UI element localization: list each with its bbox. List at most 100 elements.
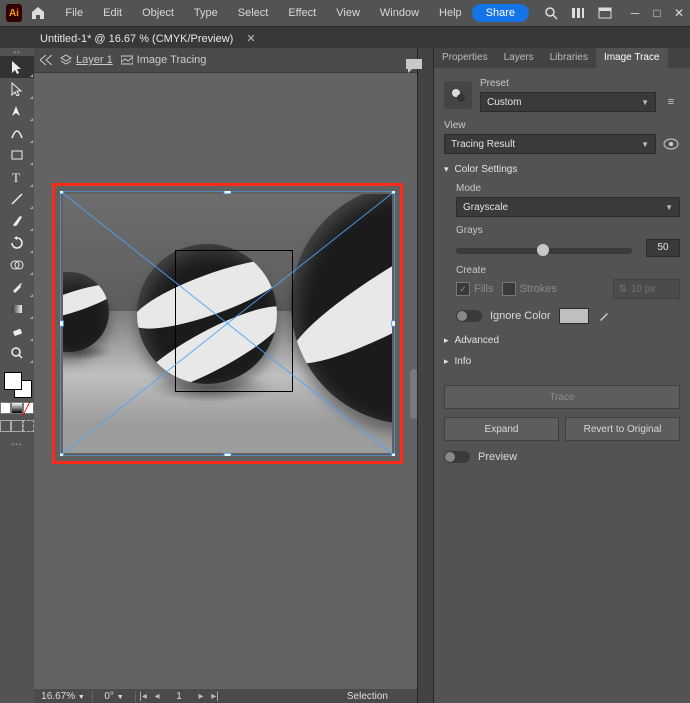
document-tab[interactable]: Untitled-1* @ 16.67 % (CMYK/Preview) ✕ xyxy=(40,32,256,45)
ignore-color-label: Ignore Color xyxy=(490,310,551,322)
svg-text:T: T xyxy=(12,170,20,184)
draw-behind-icon[interactable] xyxy=(11,420,22,432)
prev-artboard-icon[interactable]: ◂ xyxy=(150,689,164,703)
edit-toolbar-icon[interactable]: ••• xyxy=(0,440,34,448)
strokes-checkbox xyxy=(502,282,516,296)
arrange-icon[interactable] xyxy=(566,0,589,26)
strokes-label: Strokes xyxy=(520,283,557,295)
zoom-tool[interactable] xyxy=(0,342,34,364)
tab-properties[interactable]: Properties xyxy=(434,48,496,68)
mode-dropdown[interactable]: Grayscale▼ xyxy=(456,197,680,217)
menu-select[interactable]: Select xyxy=(228,0,279,26)
preview-toggle[interactable] xyxy=(444,451,470,463)
type-tool[interactable]: T xyxy=(0,166,34,188)
canvas[interactable] xyxy=(34,73,418,689)
fill-stroke-swatch[interactable] xyxy=(0,370,34,400)
preset-thumbnail-icon xyxy=(444,81,472,109)
tab-image-trace[interactable]: Image Trace xyxy=(596,48,668,68)
expand-button[interactable]: Expand xyxy=(444,417,559,441)
workspace-icon[interactable] xyxy=(593,0,616,26)
color-settings-section[interactable]: ▾Color Settings xyxy=(444,164,680,175)
preview-label: Preview xyxy=(478,451,517,463)
menu-effect[interactable]: Effect xyxy=(278,0,326,26)
status-mode: Selection xyxy=(347,691,388,702)
color-mode-icon[interactable] xyxy=(0,402,11,414)
selected-image[interactable] xyxy=(52,183,403,464)
layers-path-icon[interactable]: Layer 1 xyxy=(60,54,113,66)
image-tracing-path[interactable]: Image Tracing xyxy=(121,54,207,66)
trace-button[interactable]: Trace xyxy=(444,385,680,409)
minimize-button[interactable]: ─ xyxy=(624,0,646,26)
artboard-number-field[interactable] xyxy=(164,690,194,703)
back-layer-icon[interactable] xyxy=(40,55,52,65)
line-tool[interactable] xyxy=(0,188,34,210)
view-source-eye-icon[interactable] xyxy=(662,135,680,153)
ignore-color-swatch[interactable] xyxy=(559,308,589,324)
last-artboard-icon[interactable]: ▸| xyxy=(208,689,222,703)
close-button[interactable]: ✕ xyxy=(668,0,690,26)
view-label: View xyxy=(444,120,680,131)
info-section[interactable]: ▸Info xyxy=(444,356,680,367)
preset-label: Preset xyxy=(480,78,680,89)
grays-value[interactable]: 50 xyxy=(646,239,680,257)
eyedropper-icon[interactable] xyxy=(595,307,613,325)
draw-inside-icon[interactable] xyxy=(23,420,34,432)
stroke-width-field: ⇅10 px xyxy=(613,279,680,299)
menu-help[interactable]: Help xyxy=(429,0,472,26)
layer-name[interactable]: Layer 1 xyxy=(76,54,113,66)
main-menu: File Edit Object Type Select Effect View… xyxy=(55,0,471,26)
advanced-section[interactable]: ▸Advanced xyxy=(444,335,680,346)
menu-view[interactable]: View xyxy=(326,0,370,26)
menu-object[interactable]: Object xyxy=(132,0,184,26)
draw-normal-icon[interactable] xyxy=(0,420,11,432)
preset-menu-icon[interactable]: ≡ xyxy=(662,93,680,111)
panel-grip-icon[interactable]: •• xyxy=(0,48,34,56)
tab-layers[interactable]: Layers xyxy=(496,48,542,68)
document-title: Untitled-1* @ 16.67 % (CMYK/Preview) xyxy=(40,33,233,45)
eyedropper-tool[interactable] xyxy=(0,276,34,298)
paintbrush-tool[interactable] xyxy=(0,210,34,232)
create-label: Create xyxy=(456,265,680,276)
view-dropdown[interactable]: Tracing Result▼ xyxy=(444,134,656,154)
shape-builder-tool[interactable] xyxy=(0,254,34,276)
eraser-tool[interactable] xyxy=(0,320,34,342)
menu-type[interactable]: Type xyxy=(184,0,228,26)
pen-tool[interactable] xyxy=(0,100,34,122)
right-panel: Properties Layers Libraries Image Trace … xyxy=(433,48,690,703)
close-tab-icon[interactable]: ✕ xyxy=(246,33,255,45)
traced-artwork xyxy=(63,194,392,453)
none-mode-icon[interactable]: ╱ xyxy=(23,402,34,414)
menu-edit[interactable]: Edit xyxy=(93,0,132,26)
first-artboard-icon[interactable]: |◂ xyxy=(136,689,150,703)
fills-label: Fills xyxy=(474,283,494,295)
mode-label: Mode xyxy=(456,183,680,194)
direct-selection-tool[interactable] xyxy=(0,78,34,100)
rectangle-tool[interactable] xyxy=(0,144,34,166)
selection-tool[interactable] xyxy=(0,56,34,78)
revert-button[interactable]: Revert to Original xyxy=(565,417,680,441)
app-icon: Ai xyxy=(6,4,22,22)
zoom-field[interactable]: 16.67% ▼ xyxy=(34,691,93,702)
curvature-tool[interactable] xyxy=(0,122,34,144)
status-bar: 16.67% ▼ 0° ▼ |◂ ◂ ▸ ▸| Selection xyxy=(34,689,418,703)
rotate-tool[interactable] xyxy=(0,232,34,254)
search-icon[interactable] xyxy=(539,0,562,26)
grays-slider[interactable] xyxy=(456,248,632,254)
next-artboard-icon[interactable]: ▸ xyxy=(194,689,208,703)
comments-icon[interactable] xyxy=(400,52,428,80)
preset-dropdown[interactable]: Custom▼ xyxy=(480,92,656,112)
maximize-button[interactable]: □ xyxy=(646,0,668,26)
grays-label: Grays xyxy=(456,225,680,236)
menu-window[interactable]: Window xyxy=(370,0,429,26)
fills-checkbox: ✓ xyxy=(456,282,470,296)
object-name: Image Tracing xyxy=(137,54,207,66)
home-icon[interactable] xyxy=(28,2,47,24)
menu-file[interactable]: File xyxy=(55,0,93,26)
tab-libraries[interactable]: Libraries xyxy=(542,48,596,68)
share-button[interactable]: Share xyxy=(472,4,529,22)
crop-bounds xyxy=(175,250,293,392)
gradient-mode-icon[interactable] xyxy=(11,402,22,414)
gradient-tool[interactable] xyxy=(0,298,34,320)
rotate-view-field[interactable]: 0° ▼ xyxy=(93,691,136,702)
ignore-color-toggle[interactable] xyxy=(456,310,482,322)
